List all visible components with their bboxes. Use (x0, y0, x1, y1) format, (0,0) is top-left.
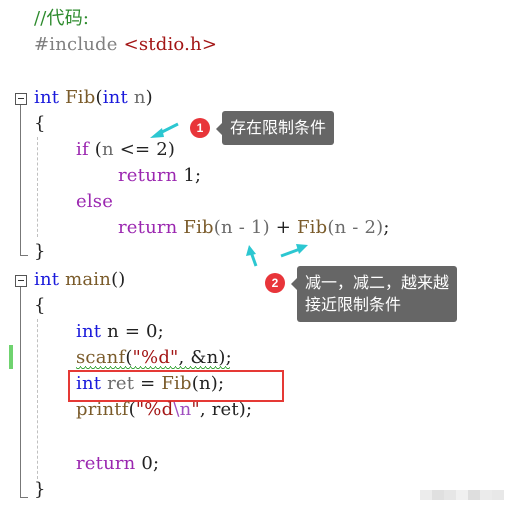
param: n (133, 87, 146, 108)
args: (n - 2) (327, 217, 384, 238)
format-string-end: " (191, 399, 200, 420)
paren: ( (128, 399, 136, 420)
main-open-brace: { (34, 295, 46, 316)
collapse-main-icon[interactable] (15, 275, 27, 287)
call-printf: printf (76, 399, 129, 420)
escape-sequence: \n (173, 399, 192, 420)
operator: = (140, 373, 156, 394)
args: , ret); (199, 399, 253, 420)
changed-line-marker (9, 345, 13, 369)
fib-open-brace: { (34, 113, 46, 134)
return-1-line: return 1; (118, 165, 201, 187)
function-name: main (65, 269, 112, 290)
args: (n); (191, 373, 225, 394)
paren: ) (145, 87, 153, 108)
function-name: Fib (65, 87, 96, 108)
main-close-brace: } (34, 479, 46, 500)
paren: ( (125, 347, 133, 368)
else-line: else (76, 191, 114, 212)
fib-signature: int Fib(int n) (34, 87, 153, 109)
keyword-int: int (34, 87, 60, 108)
keyword-int: int (76, 373, 102, 394)
keyword-int: int (76, 321, 102, 342)
indent-guide (37, 137, 38, 237)
fold-guide-fib-end (20, 255, 28, 256)
fib-close-brace: } (34, 241, 46, 262)
return-value: 0; (141, 453, 160, 474)
format-string: "%d (135, 399, 174, 420)
watermark (420, 490, 504, 500)
call-fib: Fib (161, 373, 192, 394)
annotation-text-2-line1: 减一，减二，越来越 (305, 273, 450, 292)
var-n: n (101, 139, 114, 160)
ret-line: int ret = Fib(n); (76, 373, 224, 395)
keyword-int: int (102, 87, 128, 108)
collapse-fib-icon[interactable] (15, 93, 27, 105)
fold-guide-main-end (20, 497, 28, 498)
keyword-return: return (118, 165, 178, 186)
paren: ( (95, 87, 103, 108)
paren: ( (94, 139, 102, 160)
operator: <= (119, 139, 151, 160)
call-fib: Fib (183, 217, 214, 238)
return-0-line: return 0; (76, 453, 159, 475)
comment-line: //代码: (34, 8, 90, 29)
keyword-if: if (76, 139, 89, 160)
semicolon: ; (383, 217, 390, 238)
main-signature: int main() (34, 269, 126, 291)
return-fib-line: return Fib(n - 1) + Fib(n - 2); (118, 217, 390, 239)
keyword-return: return (118, 217, 178, 238)
number: 2 (156, 139, 168, 160)
return-value: 1; (183, 165, 202, 186)
parens: () (111, 269, 126, 290)
call-fib: Fib (296, 217, 328, 238)
call-scanf: scanf (76, 347, 126, 368)
if-line: if (n <= 2) (76, 139, 175, 161)
keyword-int: int (34, 269, 60, 290)
args: , &n); (178, 347, 232, 368)
args: (n - 1) (213, 217, 270, 238)
fold-guide-main (20, 287, 21, 497)
code-editor: //代码: #include <stdio.h> int Fib(int n) … (0, 0, 525, 510)
annotation-text-1: 存在限制条件 (230, 118, 327, 137)
decl-n-line: int n = 0; (76, 321, 164, 343)
annotation-badge-1: 1 (190, 118, 210, 138)
include-header: <stdio.h> (123, 34, 218, 55)
include-line: #include <stdio.h> (34, 34, 217, 56)
fold-guide-fib (20, 105, 21, 255)
annotation-badge-2: 2 (265, 273, 285, 293)
paren: ) (167, 139, 176, 160)
annotation-tooltip-1: 存在限制条件 (215, 111, 335, 145)
indent-guide (37, 319, 38, 479)
include-directive: #include (34, 34, 118, 55)
annotation-tooltip-2: 减一，减二，越来越 接近限制条件 (290, 266, 458, 322)
format-string: "%d" (132, 347, 179, 368)
operator: + (275, 217, 292, 238)
printf-line: printf("%d\n", ret); (76, 399, 252, 421)
decl-rest: n = 0; (107, 321, 164, 342)
annotation-text-2-line2: 接近限制条件 (305, 295, 402, 314)
keyword-return: return (76, 453, 136, 474)
var-ret: ret (107, 373, 135, 394)
